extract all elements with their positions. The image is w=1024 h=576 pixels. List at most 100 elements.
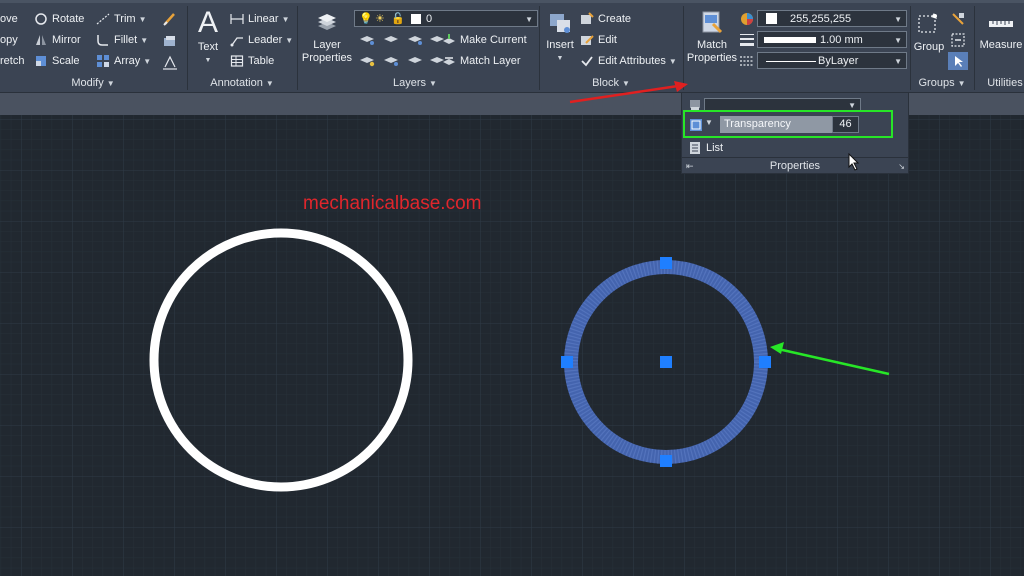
annotation-panel-footer[interactable]: Annotation ▼ [188,74,296,92]
transparency-field[interactable]: Transparency [720,116,832,133]
layer-tools-icons[interactable] [358,33,450,73]
drawing-canvas[interactable]: mechanicalbase.com [0,115,1024,576]
move-button[interactable]: ove [0,10,18,28]
utilities-panel-footer[interactable]: Utilities [975,74,1024,92]
properties-panel-footer[interactable]: ⇤ Properties ↘ [682,157,908,174]
chevron-down-icon: ▼ [106,79,115,88]
grip-quadrant-left[interactable] [561,356,573,368]
linetype-dropdown[interactable]: ByLayer ▼ [757,52,907,69]
list-label: List [706,142,724,154]
make-current-button[interactable]: Make Current [442,31,527,49]
divider [683,6,684,90]
lineweight-dropdown[interactable]: 1.00 mm ▼ [757,31,907,48]
layer-properties-button[interactable]: Layer Properties [301,10,353,65]
stretch-label: retch [0,55,25,67]
measure-label: Measure [979,39,1023,51]
text-button[interactable]: A Text ▼ [193,8,223,67]
stretch-button[interactable]: retch [0,52,24,70]
chevron-down-icon: ▼ [285,36,294,45]
linear-label: Linear [248,13,279,25]
layer-dropdown[interactable]: 💡 ☀ 🔓 0 ▼ [354,10,538,27]
chevron-down-icon: ▼ [138,15,147,24]
color-value: 255,255,255 [790,13,852,25]
chevron-down-icon: ▼ [894,57,902,66]
measure-button[interactable]: Measure [978,12,1024,52]
ungroup-icon[interactable] [950,11,966,27]
sun-icon: ☀ [375,13,385,25]
insert-button[interactable]: Insert ▼ [542,10,578,65]
ribbon-tab-strip [0,0,1024,3]
trim-label: Trim [114,13,136,25]
bulb-icon: 💡 [359,13,373,25]
mirror-button[interactable]: Mirror [34,31,81,49]
fillet-button[interactable]: Fillet ▼ [96,31,148,49]
chevron-down-icon: ▼ [668,57,677,66]
linear-dimension-button[interactable]: Linear ▼ [230,10,290,28]
edit-attributes-button[interactable]: Edit Attributes ▼ [580,52,677,70]
layers-panel-footer[interactable]: Layers ▼ [298,74,532,92]
rotate-label: Rotate [52,13,85,25]
rotate-button[interactable]: Rotate [34,10,84,28]
text-icon: A [197,6,218,39]
chevron-down-icon[interactable]: ▼ [705,118,713,127]
text-label: Text [197,41,219,53]
offset-icon[interactable] [162,54,178,70]
transparency-label: Transparency [724,118,791,130]
chevron-down-icon: ▼ [265,79,274,88]
layers-footer-label: Layers [393,77,427,89]
grip-quadrant-bottom[interactable] [660,455,672,467]
copy-button[interactable]: opy [0,31,18,49]
mirror-icon [36,35,46,46]
list-button[interactable]: List [688,139,723,157]
watermark-text: mechanicalbase.com [303,193,482,214]
color-swatch [766,13,777,24]
color-wheel-icon [741,13,753,25]
ribbon: ove opy retch Rotate Mirror Scale Trim ▼ … [0,0,1024,93]
linetype-sample [766,61,816,62]
erase-icon[interactable] [162,11,178,27]
red-arrow-line [569,84,679,104]
rotate-icon [35,13,47,25]
grip-center[interactable] [660,356,672,368]
group-edit-icon[interactable] [950,32,966,48]
edit-attributes-icon [581,56,593,67]
edit-block-button[interactable]: Edit [580,31,617,49]
lineweight-icon [740,34,754,46]
group-button[interactable]: Group [912,10,946,54]
modify-panel-footer[interactable]: Modify ▼ [0,74,186,92]
create-block-button[interactable]: Create [580,10,631,28]
array-button[interactable]: Array ▼ [96,52,151,70]
match-properties-button[interactable]: Match Properties [686,10,738,65]
drawing-area[interactable] [0,115,1024,576]
transparency-value-input[interactable]: 46 [832,116,859,133]
explode-icon[interactable] [162,33,178,49]
trim-icon [96,13,110,25]
insert-label: Insert [546,39,574,51]
edit-attributes-label: Edit Attributes [598,55,666,67]
grip-quadrant-top[interactable] [660,257,672,269]
pin-icon[interactable]: ⇤ [686,158,694,174]
lineweight-value: 1.00 mm [820,34,863,46]
color-dropdown[interactable]: 255,255,255 ▼ [757,10,907,27]
mouse-cursor-icon [848,153,860,171]
grip-quadrant-right[interactable] [759,356,771,368]
chevron-down-icon: ▼ [143,57,152,66]
transparency-icon [690,119,702,131]
make-current-icon [443,34,455,45]
edit-label: Edit [598,34,617,46]
chevron-down-icon: ▼ [894,15,902,24]
table-button[interactable]: Table [230,52,274,70]
layer-properties-label-1: Layer [313,39,341,51]
match-layer-button[interactable]: Match Layer [442,52,521,70]
dialog-launcher-icon[interactable]: ↘ [898,159,905,175]
trim-button[interactable]: Trim ▼ [96,10,147,28]
groups-panel-footer[interactable]: Groups ▼ [911,74,973,92]
match-properties-label-2: Properties [686,52,738,64]
leader-button[interactable]: Leader ▼ [230,31,293,49]
group-selection-icon[interactable] [948,52,968,70]
array-label: Array [114,55,141,67]
scale-button[interactable]: Scale [34,52,80,70]
red-arrow-head-icon [674,81,688,92]
table-icon [230,55,244,67]
chevron-down-icon: ▼ [556,55,564,62]
